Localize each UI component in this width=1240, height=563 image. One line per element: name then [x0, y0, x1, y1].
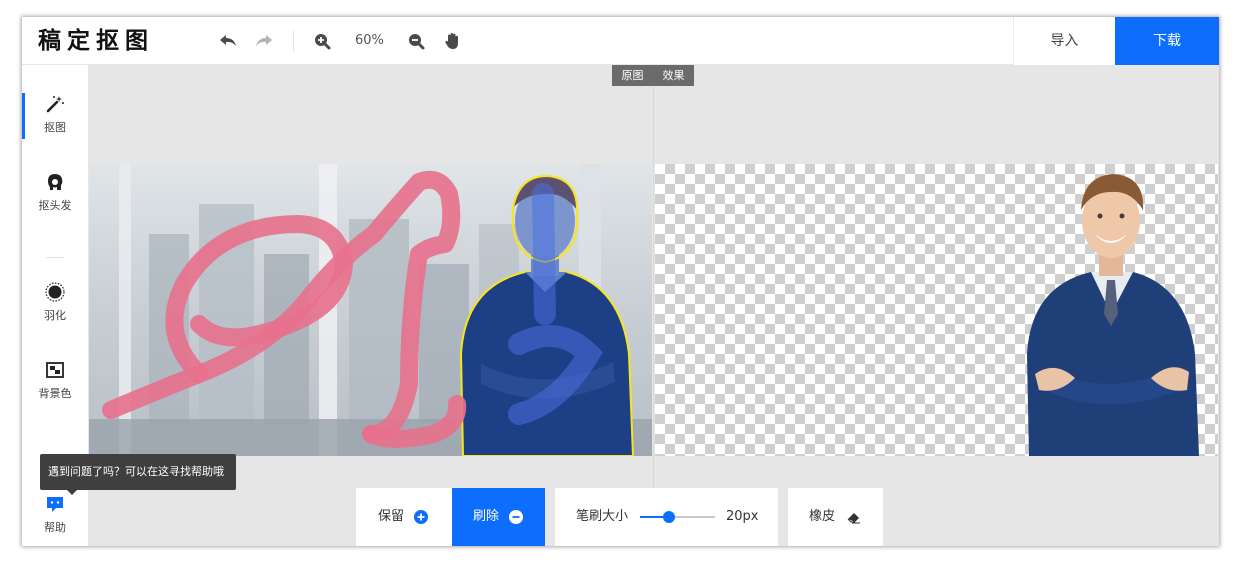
keep-label: 保留 [378, 509, 405, 524]
zoom-out-icon[interactable] [405, 30, 427, 52]
eraser-icon [847, 513, 860, 524]
tooltip-arrow [67, 490, 77, 495]
brush-size-value: 20px [726, 509, 759, 524]
sidebar-divider [46, 257, 64, 258]
sidebar-item-hair[interactable]: 抠头发 [22, 171, 88, 213]
sidebar-item-label: 抠图 [44, 121, 66, 134]
magic-wand-icon [46, 96, 64, 113]
split-divider [653, 86, 654, 546]
eraser-button[interactable]: 橡皮 [788, 488, 883, 546]
minus-circle-icon [509, 510, 523, 524]
erase-brush-button[interactable]: 刷除 [452, 488, 545, 546]
top-toolbar: 稿定抠图 60% 导入 下载 [22, 17, 1219, 65]
eraser-label: 橡皮 [809, 509, 836, 524]
hair-icon [48, 174, 63, 190]
download-button[interactable]: 下载 [1115, 17, 1219, 65]
help-chat-icon [47, 497, 63, 512]
keep-brush-button[interactable]: 保留 [356, 488, 452, 546]
result-image-canvas [655, 164, 1218, 456]
slider-handle[interactable] [662, 511, 675, 523]
sidebar-item-help[interactable]: 帮助 [22, 493, 88, 535]
brush-size-label: 笔刷大小 [576, 509, 629, 524]
tab-original[interactable]: 原图 [612, 65, 653, 86]
brush-size-slider[interactable] [640, 511, 715, 523]
erase-label: 刷除 [473, 509, 500, 524]
help-tooltip: 遇到问题了吗？可以在这寻找帮助哦 [40, 454, 236, 495]
background-color-icon [46, 362, 64, 378]
sidebar-item-label: 帮助 [44, 521, 66, 534]
zoom-in-icon[interactable] [311, 30, 333, 52]
sidebar-item-label: 羽化 [44, 309, 66, 322]
undo-icon[interactable] [217, 30, 239, 52]
plus-circle-icon [414, 510, 428, 524]
sidebar-item-feather[interactable]: 羽化 [22, 281, 88, 323]
feather-icon [45, 282, 65, 302]
sidebar-item-label: 背景色 [38, 387, 72, 400]
toolbar-divider [293, 30, 294, 52]
original-image-canvas[interactable] [89, 164, 652, 456]
sidebar-item-cutout[interactable]: 抠图 [22, 93, 88, 135]
help-tooltip-text: 遇到问题了吗？可以在这寻找帮助哦 [48, 465, 224, 478]
brush-size-control: 笔刷大小 20px [555, 488, 778, 546]
zoom-level: 60% [355, 33, 384, 48]
compare-tabs: 原图 效果 [612, 65, 694, 86]
redo-icon[interactable] [253, 30, 275, 52]
sidebar-item-background-color[interactable]: 背景色 [22, 359, 88, 401]
tab-result[interactable]: 效果 [653, 65, 694, 86]
sidebar-item-label: 抠头发 [38, 199, 72, 212]
hand-icon[interactable] [442, 30, 464, 52]
app-logo: 稿定抠图 [38, 28, 154, 54]
app-window: 稿定抠图 60% 导入 下载 抠图 抠头发 羽化 背景色 帮助 原图 效果 遇到… [22, 17, 1219, 546]
import-button[interactable]: 导入 [1013, 17, 1115, 65]
